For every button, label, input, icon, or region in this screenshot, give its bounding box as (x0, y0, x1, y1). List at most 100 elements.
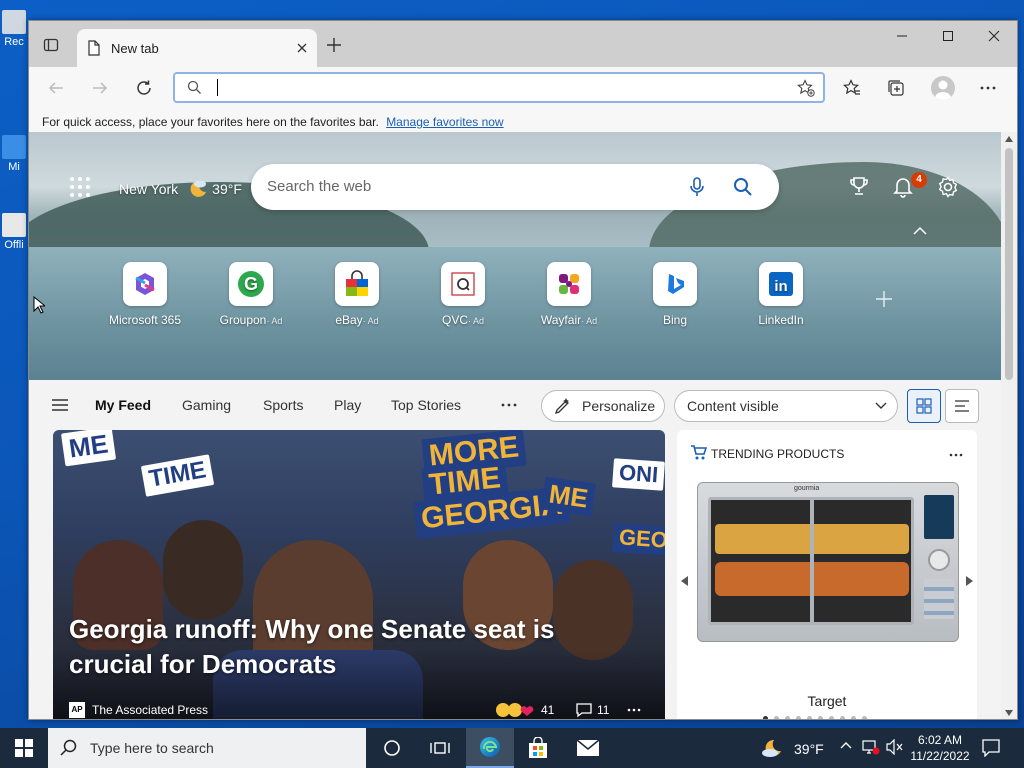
refresh-icon (137, 80, 151, 95)
crowd-photo (53, 500, 665, 719)
settings-more-button[interactable] (979, 79, 997, 97)
app-launcher-icon[interactable] (69, 176, 91, 198)
more-tabs-icon[interactable] (501, 403, 517, 407)
refresh-button[interactable] (135, 79, 153, 97)
taskbar-mail[interactable] (564, 728, 612, 768)
close-window-button[interactable] (971, 21, 1017, 51)
personalize-button[interactable]: Personalize (541, 390, 665, 422)
moon-cloud-icon (186, 178, 208, 200)
favorites-button[interactable] (843, 79, 861, 97)
taskbar-store[interactable] (514, 728, 562, 768)
quick-link-bing[interactable]: Bing (627, 262, 723, 327)
action-center-icon[interactable] (982, 739, 1000, 757)
volume-muted-icon[interactable] (886, 739, 904, 755)
bing-icon (668, 274, 684, 294)
weather-widget[interactable]: New York 39°F (119, 178, 242, 200)
back-button[interactable] (47, 79, 65, 97)
more-horizontal-icon (980, 86, 996, 90)
carousel-prev-icon[interactable] (681, 576, 689, 586)
taskbar-edge[interactable] (466, 728, 514, 768)
quick-link-groupon[interactable]: G Groupon· Ad (203, 262, 299, 327)
tab-sports[interactable]: Sports (263, 397, 303, 413)
task-view-button[interactable] (416, 728, 464, 768)
menu-hamburger-icon[interactable] (51, 398, 69, 412)
desktop-icon-offline[interactable]: Offli (0, 213, 28, 251)
quick-link-linkedin[interactable]: in LinkedIn (733, 262, 829, 327)
new-tab-button[interactable] (323, 34, 345, 56)
product-retailer[interactable]: Target (677, 693, 977, 709)
network-icon[interactable] (862, 739, 880, 755)
tab-play[interactable]: Play (334, 397, 361, 413)
collapse-chevron-up-icon[interactable] (913, 226, 927, 236)
collections-button[interactable] (887, 79, 905, 97)
rewards-trophy-icon[interactable] (849, 176, 869, 196)
shopping-cart-icon (691, 445, 707, 460)
list-view-button[interactable] (945, 389, 979, 423)
comment-icon (576, 703, 592, 718)
forward-button[interactable] (91, 79, 109, 97)
add-quick-link-plus-icon[interactable] (875, 290, 893, 308)
news-more-icon[interactable] (627, 708, 641, 712)
cortana-button[interactable] (368, 728, 416, 768)
search-icon (187, 80, 202, 95)
system-clock[interactable]: 6:02 AM 11/22/2022 (908, 732, 972, 764)
comment-count: 11 (597, 703, 610, 717)
reaction-emoji-icons (496, 703, 534, 717)
microphone-icon[interactable] (689, 177, 705, 197)
close-icon (988, 30, 1000, 42)
search-submit-icon[interactable] (733, 177, 753, 197)
tab-my-feed[interactable]: My Feed (95, 397, 151, 413)
weather-location: New York (119, 181, 179, 197)
task-view-icon (430, 742, 450, 754)
manage-favorites-link[interactable]: Manage favorites now (386, 115, 503, 129)
close-tab-icon[interactable] (297, 43, 307, 53)
notifications-bell-icon[interactable] (893, 176, 913, 198)
quick-link-ebay[interactable]: eBay· Ad (309, 262, 405, 327)
comments[interactable]: 11 (575, 702, 609, 718)
reactions[interactable]: 41 (495, 702, 554, 718)
grid-view-button[interactable] (907, 389, 941, 423)
back-arrow-icon (48, 82, 63, 94)
qvc-icon (451, 272, 475, 296)
page-scrollbar[interactable] (1001, 132, 1017, 719)
news-card[interactable]: ME TIME MORE TIME GEORGIA ME ONI GEO Geo… (53, 430, 665, 719)
taskbar-search-box[interactable]: Type here to search (48, 728, 366, 768)
scroll-down-icon[interactable] (1005, 710, 1013, 716)
desktop-icon-edge[interactable]: Mi (0, 135, 28, 173)
tab-actions-icon[interactable] (41, 35, 61, 55)
microsoft-365-icon (135, 273, 155, 295)
profile-avatar[interactable] (931, 76, 955, 100)
maximize-button[interactable] (925, 21, 971, 51)
content-visibility-select[interactable]: Content visible (674, 390, 898, 422)
toaster-oven-image: gourmia (697, 482, 959, 642)
add-favorite-icon[interactable] (797, 79, 815, 97)
rally-sign: ME (60, 430, 117, 467)
sparkle-pen-icon (554, 398, 569, 415)
quick-link-qvc[interactable]: QVC· Ad (415, 262, 511, 327)
tab-top-stories[interactable]: Top Stories (391, 397, 461, 413)
address-bar[interactable] (173, 72, 825, 103)
tab-new-tab[interactable]: New tab (77, 29, 317, 67)
desktop-icon-recycle-bin[interactable]: Rec (0, 10, 28, 48)
shortcut-icon (2, 135, 26, 159)
quick-link-microsoft-365[interactable]: Microsoft 365 (97, 262, 193, 327)
news-headline[interactable]: Georgia runoff: Why one Senate seat is c… (69, 612, 589, 682)
quick-link-wayfair[interactable]: Wayfair· Ad (521, 262, 617, 327)
tab-gaming[interactable]: Gaming (182, 397, 231, 413)
trending-more-icon[interactable] (949, 453, 963, 457)
notification-count-badge: 4 (911, 172, 927, 188)
carousel-dots (763, 716, 893, 719)
taskbar: Type here to search 39°F 6:02 AM 11/22/2… (0, 728, 1024, 768)
web-search-box[interactable]: Search the web (251, 164, 779, 210)
scroll-up-icon[interactable] (1005, 136, 1013, 142)
new-tab-page: New York 39°F Search the web 4 Microsoft… (29, 132, 1001, 719)
news-source[interactable]: AP The Associated Press (69, 702, 208, 718)
start-button[interactable] (0, 728, 48, 768)
trending-products-card[interactable]: TRENDING PRODUCTS gourmia Target (677, 430, 977, 719)
page-settings-gear-icon[interactable] (937, 176, 959, 198)
scroll-thumb[interactable] (1005, 148, 1013, 380)
minimize-button[interactable] (879, 21, 925, 51)
carousel-next-icon[interactable] (965, 576, 973, 586)
taskbar-weather[interactable]: 39°F (760, 738, 824, 760)
tray-chevron-up-icon[interactable] (840, 741, 852, 749)
